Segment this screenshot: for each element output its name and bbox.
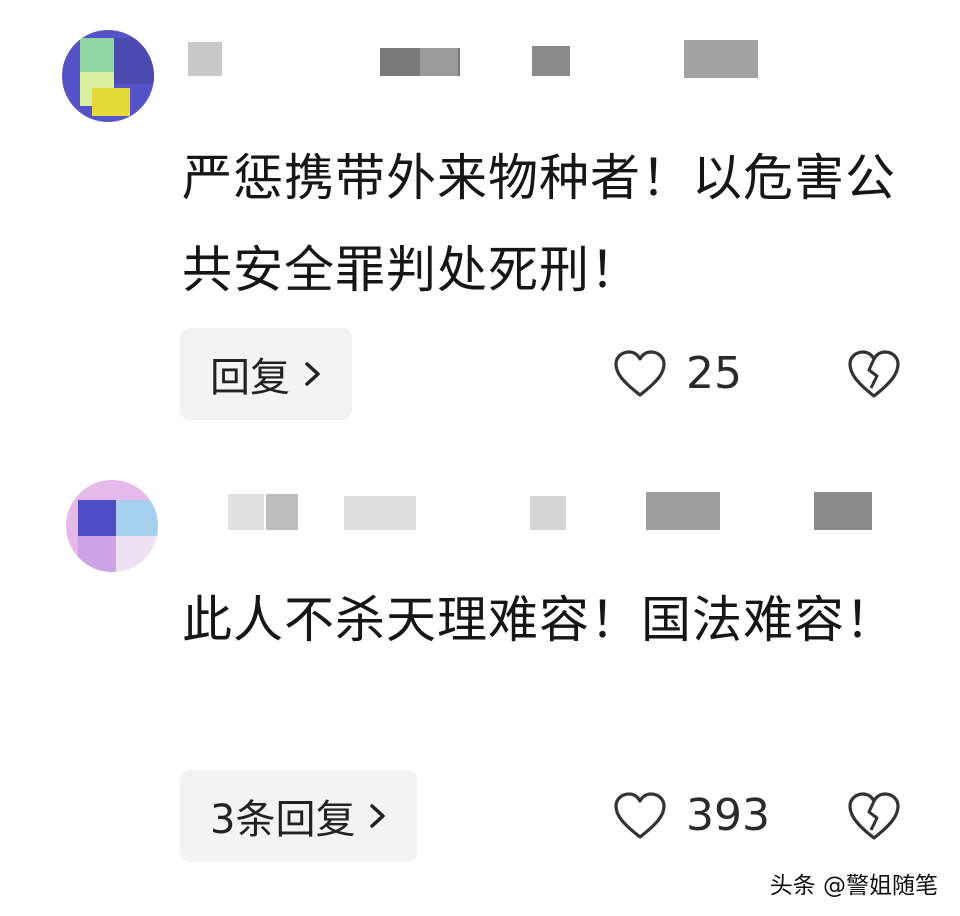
comment-text: 此人不杀天理难容！国法难容！ — [182, 591, 896, 649]
reply-button[interactable]: 回复 — [180, 328, 352, 420]
like-count: 393 — [686, 790, 770, 841]
reply-label: 回复 — [210, 355, 290, 401]
like-count: 25 — [686, 348, 742, 399]
heart-outline-icon — [614, 791, 666, 839]
comment-text: 严惩携带外来物种者！以危害公共安全罪判处死刑！ — [182, 149, 896, 299]
comment-item: 此人不杀天理难容！国法难容！ 3条回复 393 — [0, 460, 960, 916]
like-button[interactable]: 25 — [612, 348, 742, 399]
reply-label: 3条回复 — [210, 797, 356, 843]
comment-item: 严惩携带外来物种者！以危害公共安全罪判处死刑！ 回复 25 — [0, 0, 960, 460]
heart-outline-icon — [614, 349, 666, 397]
broken-heart-icon[interactable] — [846, 348, 902, 400]
avatar[interactable] — [62, 30, 154, 122]
chevron-right-icon — [370, 804, 386, 828]
watermark: 头条 @警姐随笔 — [769, 873, 938, 899]
username-redacted[interactable] — [188, 40, 768, 80]
username-redacted[interactable] — [188, 492, 888, 532]
reply-button[interactable]: 3条回复 — [180, 770, 418, 862]
like-button[interactable]: 393 — [612, 790, 770, 841]
avatar[interactable] — [66, 480, 158, 572]
broken-heart-icon[interactable] — [846, 790, 902, 842]
chevron-right-icon — [305, 362, 320, 386]
